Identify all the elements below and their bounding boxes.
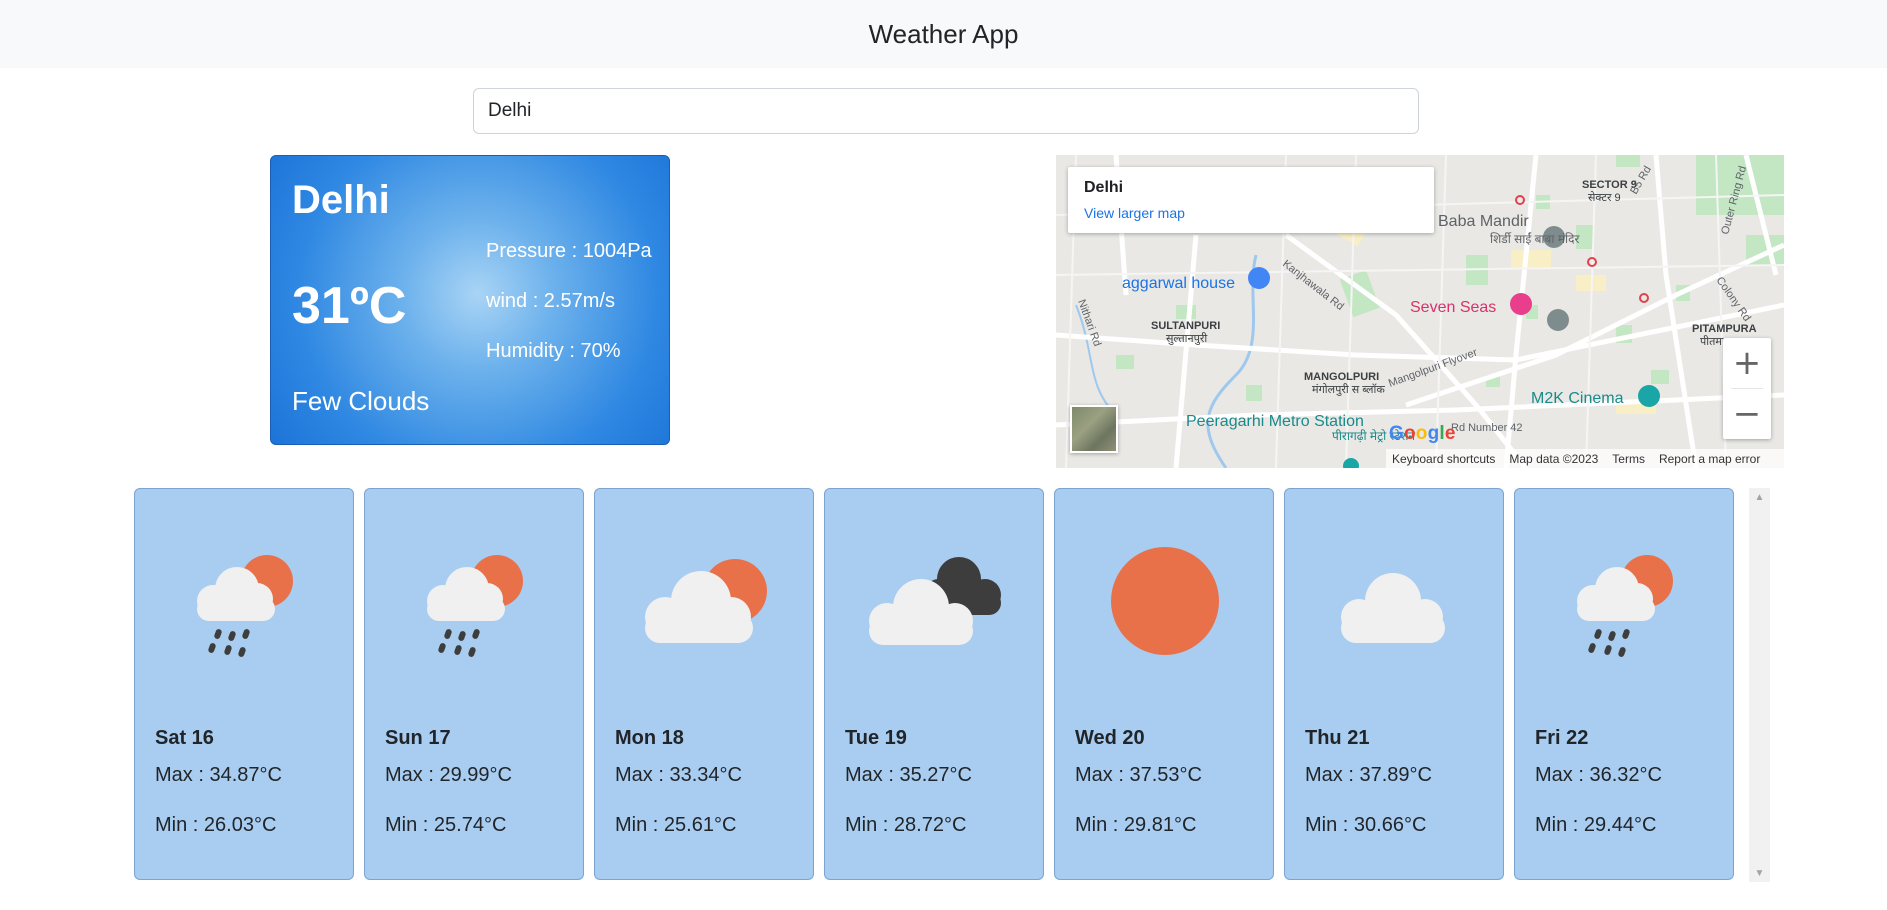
- forecast-max: Max : 29.99°C: [385, 764, 512, 786]
- forecast-list: Sat 16 Max : 34.87°C Min : 26.03°C Sun 1…: [134, 488, 1770, 882]
- scroll-up-arrow-icon[interactable]: ▲: [1749, 488, 1770, 506]
- rain-sun-cloud-icon: [405, 539, 545, 659]
- map-label-aggarwal: aggarwal house: [1122, 275, 1235, 292]
- keyboard-shortcuts-link[interactable]: Keyboard shortcuts: [1392, 452, 1495, 466]
- forecast-day: Wed 20: [1075, 727, 1145, 749]
- zoom-out-button[interactable]: −: [1723, 389, 1771, 439]
- forecast-min: Min : 26.03°C: [155, 814, 277, 836]
- rain-sun-cloud-icon: [175, 539, 315, 659]
- forecast-day: Sun 17: [385, 727, 451, 749]
- map-zoom-controls: + −: [1723, 338, 1771, 439]
- forecast-max: Max : 35.27°C: [845, 764, 972, 786]
- google-logo: Google: [1389, 423, 1456, 444]
- forecast-max: Max : 37.89°C: [1305, 764, 1432, 786]
- partly-cloudy-icon: [635, 539, 775, 659]
- forecast-card: Fri 22 Max : 36.32°C Min : 29.44°C: [1514, 488, 1734, 880]
- map-label-sultanpuri: SULTANPURI: [1151, 320, 1220, 332]
- forecast-card: Thu 21 Max : 37.89°C Min : 30.66°C: [1284, 488, 1504, 880]
- forecast-card: Wed 20 Max : 37.53°C Min : 29.81°C: [1054, 488, 1274, 880]
- map-label-mangolpuri: MANGOLPURI: [1304, 371, 1379, 383]
- forecast-min: Min : 28.72°C: [845, 814, 967, 836]
- view-larger-map-link[interactable]: View larger map: [1084, 205, 1185, 221]
- location-map[interactable]: aggarwal house Seven Seas Baba Mandir शि…: [1056, 155, 1784, 468]
- map-label-sector9-hi: सेक्टर 9: [1588, 191, 1621, 204]
- forecast-day: Sat 16: [155, 727, 214, 749]
- forecast-day: Mon 18: [615, 727, 684, 749]
- satellite-toggle-button[interactable]: [1070, 405, 1118, 453]
- map-label-sultanpuri-hi: सुल्तानपुरी: [1166, 332, 1207, 345]
- forecast-min: Min : 30.66°C: [1305, 814, 1427, 836]
- forecast-max: Max : 37.53°C: [1075, 764, 1202, 786]
- forecast-day: Fri 22: [1535, 727, 1589, 749]
- map-place-card: Delhi View larger map: [1068, 167, 1434, 233]
- map-label-m2k: M2K Cinema: [1531, 390, 1624, 407]
- forecast-min: Min : 29.44°C: [1535, 814, 1657, 836]
- map-label-baba-mandir-hi: शिर्डी साईं बाबा मंदिर: [1490, 232, 1580, 246]
- forecast-min: Min : 25.74°C: [385, 814, 507, 836]
- forecast-min: Min : 29.81°C: [1075, 814, 1197, 836]
- broken-clouds-icon: [865, 539, 1005, 659]
- app-title: Weather App: [868, 18, 1019, 49]
- app-header: Weather App: [0, 0, 1887, 68]
- map-label-mangolpuri-hi: मंगोलपुरी स ब्लॉक: [1312, 383, 1385, 396]
- map-label-seven-seas: Seven Seas: [1410, 299, 1496, 316]
- forecast-card: Sun 17 Max : 29.99°C Min : 25.74°C: [364, 488, 584, 880]
- report-map-error-link[interactable]: Report a map error: [1659, 452, 1760, 466]
- forecast-day: Thu 21: [1305, 727, 1370, 749]
- map-data-text: Map data ©2023: [1509, 451, 1599, 466]
- forecast-min: Min : 25.61°C: [615, 814, 737, 836]
- forecast-max: Max : 36.32°C: [1535, 764, 1662, 786]
- current-temperature: 31ºC: [292, 277, 407, 335]
- sun-icon: [1095, 539, 1235, 659]
- map-label-rd42: Rd Number 42: [1451, 422, 1523, 434]
- forecast-scrollbar[interactable]: ▲ ▼: [1749, 488, 1770, 882]
- forecast-day: Tue 19: [845, 727, 907, 749]
- current-humidity: Humidity : 70%: [486, 340, 621, 362]
- map-attribution-bar: Keyboard shortcuts Map data ©2023 Terms …: [1386, 449, 1784, 468]
- forecast-max: Max : 33.34°C: [615, 764, 742, 786]
- map-place-title: Delhi: [1084, 179, 1124, 196]
- forecast-card: Mon 18 Max : 33.34°C Min : 25.61°C: [594, 488, 814, 880]
- current-pressure: Pressure : 1004Pa: [486, 240, 652, 262]
- map-label-peeragarhi: Peeragarhi Metro Station: [1186, 413, 1364, 430]
- terms-link[interactable]: Terms: [1612, 452, 1645, 466]
- current-city: Delhi: [292, 178, 390, 222]
- zoom-in-button[interactable]: +: [1723, 338, 1771, 388]
- map-label-pitampura: PITAMPURA: [1692, 323, 1757, 335]
- forecast-max: Max : 34.87°C: [155, 764, 282, 786]
- rain-sun-cloud-icon: [1555, 539, 1695, 659]
- forecast-card: Sat 16 Max : 34.87°C Min : 26.03°C: [134, 488, 354, 880]
- current-wind: wind : 2.57m/s: [486, 290, 615, 312]
- forecast-card: Tue 19 Max : 35.27°C Min : 28.72°C: [824, 488, 1044, 880]
- current-description: Few Clouds: [292, 386, 430, 416]
- current-weather-card: Delhi 31ºC Few Clouds Pressure : 1004Pa …: [270, 155, 670, 445]
- map-label-baba-mandir: Baba Mandir: [1438, 213, 1529, 230]
- city-search-input[interactable]: [473, 88, 1419, 134]
- scroll-down-arrow-icon[interactable]: ▼: [1749, 864, 1770, 882]
- cloud-icon: [1325, 539, 1465, 659]
